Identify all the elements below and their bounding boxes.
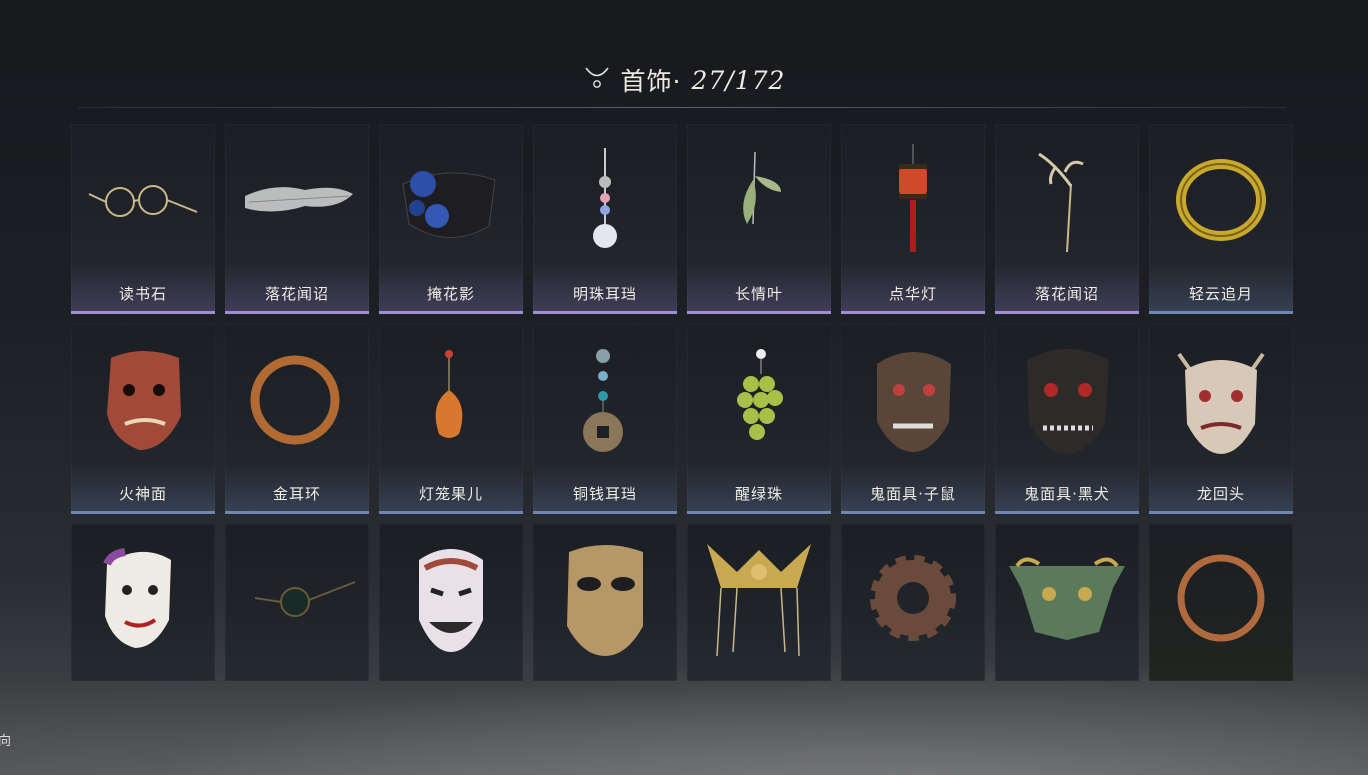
accessory-card[interactable]: 金耳环 [225, 324, 369, 514]
accessory-card[interactable] [533, 524, 677, 681]
accessory-name: 金耳环 [272, 485, 321, 503]
accessory-name: 灯笼果儿 [418, 485, 483, 503]
rarity-bar [995, 311, 1139, 314]
gold-bracelet-icon [1149, 124, 1293, 274]
accessory-card[interactable]: 长情叶 [687, 124, 831, 314]
accessory-name: 明珠耳珰 [572, 285, 637, 303]
opera-mask-icon [71, 524, 215, 674]
accessory-card[interactable] [225, 524, 369, 681]
accessory-name: 醒绿珠 [734, 485, 783, 503]
smile-mask-icon [379, 524, 523, 674]
rarity-bar [379, 511, 523, 514]
accessory-card[interactable] [687, 524, 831, 681]
fire-god-mask-icon [71, 324, 215, 474]
accessory-card[interactable]: 龙回头 [1149, 324, 1293, 514]
rarity-bar [687, 311, 831, 314]
accessory-card[interactable] [995, 524, 1139, 681]
rarity-bar [841, 311, 985, 314]
accessory-name: 鬼面具·黑犬 [1024, 485, 1110, 503]
accessory-card[interactable]: 点华灯 [841, 124, 985, 314]
rarity-bar [995, 511, 1139, 514]
accessory-card[interactable] [1149, 524, 1293, 681]
accessory-name: 读书石 [118, 285, 167, 303]
accessory-name: 点华灯 [888, 285, 937, 303]
accessory-card[interactable]: 落花闻诏 [995, 124, 1139, 314]
accessory-name: 落花闻诏 [1034, 285, 1099, 303]
pearl-earring-icon [533, 124, 677, 274]
crown-icon [687, 524, 831, 674]
copper-ring-icon [1149, 524, 1293, 674]
accessory-card[interactable] [71, 524, 215, 681]
accessory-name: 掩花影 [426, 285, 475, 303]
rarity-bar [533, 511, 677, 514]
accessory-name: 铜钱耳珰 [572, 485, 637, 503]
flower-mask-icon [379, 124, 523, 274]
rarity-bar [1149, 511, 1293, 514]
antler-hairpin-icon [995, 124, 1139, 274]
accessory-name: 火神面 [118, 485, 167, 503]
grid-row-1: 读书石 落花闻诏 掩花影 明珠耳珰 长情叶 点华灯 落花闻诏 轻云追月 [71, 124, 1293, 314]
accessory-card[interactable]: 灯笼果儿 [379, 324, 523, 514]
necklace-icon [583, 63, 611, 97]
veil-icon [225, 124, 369, 274]
rat-demon-mask-icon [841, 324, 985, 474]
accessory-card[interactable]: 掩花影 [379, 124, 523, 314]
accessory-card[interactable] [841, 524, 985, 681]
leaf-hairpin-icon [687, 124, 831, 274]
rarity-bar [533, 311, 677, 314]
round-glasses-icon [225, 524, 369, 674]
rarity-bar [687, 511, 831, 514]
accessory-card[interactable]: 轻云追月 [1149, 124, 1293, 314]
dragon-mask-icon [1149, 324, 1293, 474]
accessory-card[interactable]: 火神面 [71, 324, 215, 514]
glasses-icon [71, 124, 215, 274]
rarity-bar [1149, 311, 1293, 314]
accessory-card[interactable]: 鬼面具·黑犬 [995, 324, 1139, 514]
grape-pendant-icon [687, 324, 831, 474]
accessory-name: 落花闻诏 [264, 285, 329, 303]
accessory-card[interactable]: 铜钱耳珰 [533, 324, 677, 514]
accessory-name: 轻云追月 [1188, 285, 1253, 303]
copper-ring-icon [225, 324, 369, 474]
collection-count: 27/172 [691, 65, 786, 95]
lantern-icon [841, 124, 985, 274]
rarity-bar [841, 511, 985, 514]
leather-mask-icon [533, 524, 677, 674]
rarity-bar [225, 311, 369, 314]
grid-row-3 [71, 524, 1293, 681]
accessory-name: 龙回头 [1196, 485, 1245, 503]
accessory-name: 长情叶 [734, 285, 783, 303]
edge-text: 向 [0, 734, 12, 749]
grid-row-2: 火神面 金耳环 灯笼果儿 铜钱耳珰 醒绿珠 鬼面具·子鼠 鬼面具·黑犬 龙回头 [71, 324, 1293, 514]
accessory-card[interactable]: 落花闻诏 [225, 124, 369, 314]
accessory-card[interactable]: 读书石 [71, 124, 215, 314]
coin-earring-icon [533, 324, 677, 474]
gear-ring-icon [841, 524, 985, 674]
accessory-card[interactable] [379, 524, 523, 681]
rarity-bar [225, 511, 369, 514]
rarity-bar [71, 511, 215, 514]
fruit-pendant-icon [379, 324, 523, 474]
accessory-card[interactable]: 明珠耳珰 [533, 124, 677, 314]
accessory-name: 鬼面具·子鼠 [870, 485, 956, 503]
rarity-bar [379, 311, 523, 314]
collection-title: 首饰· [620, 67, 682, 96]
accessory-card[interactable]: 鬼面具·子鼠 [841, 324, 985, 514]
rarity-bar [71, 311, 215, 314]
bronze-mask-icon [995, 524, 1139, 674]
header-divider [78, 107, 1286, 108]
dog-demon-mask-icon [995, 324, 1139, 474]
collection-header: 首饰· 27/172 [0, 62, 1368, 98]
accessory-card[interactable]: 醒绿珠 [687, 324, 831, 514]
